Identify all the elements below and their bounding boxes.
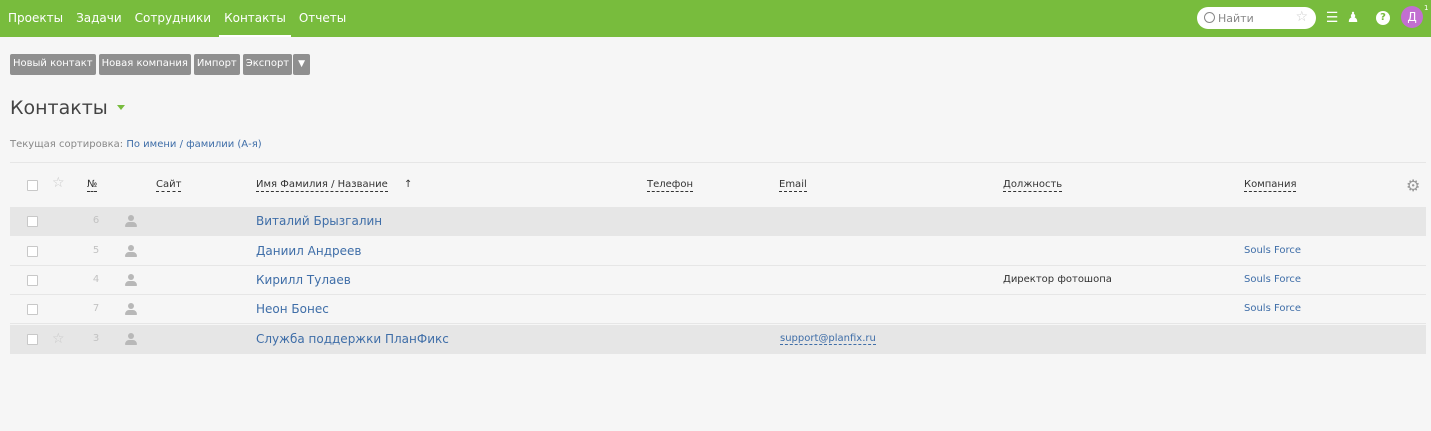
new-contact-button[interactable]: Новый контакт [10, 54, 96, 75]
header-star-icon[interactable]: ☆ [52, 176, 65, 190]
search-icon [1204, 12, 1215, 23]
import-button[interactable]: Импорт [193, 54, 240, 75]
search-box: ☆ [1197, 7, 1316, 29]
table-row[interactable]: 5 Даниил Андреев Souls Force [10, 237, 1426, 266]
row-number: 5 [92, 245, 100, 256]
contact-name[interactable]: Кирилл Тулаев [256, 273, 351, 287]
gear-icon[interactable]: ⚙ [1406, 176, 1420, 195]
person-icon [125, 303, 137, 316]
top-navigation-bar: Проекты Задачи Сотрудники Контакты Отчет… [0, 0, 1431, 37]
contact-email[interactable]: support@planfix.ru [780, 333, 876, 345]
export-dropdown-button[interactable]: ▼ [293, 54, 311, 75]
column-email[interactable]: Email [779, 178, 807, 192]
select-all-checkbox[interactable] [27, 180, 38, 191]
table-row[interactable]: 4 Кирилл Тулаев Директор фотошопа Souls … [10, 266, 1426, 295]
accessibility-icon[interactable]: ♟ [1344, 9, 1362, 27]
column-number[interactable]: № [87, 178, 98, 192]
row-number: 7 [92, 303, 100, 314]
contact-name[interactable]: Неон Бонес [256, 302, 329, 316]
menu-icon[interactable]: ☰ [1323, 9, 1341, 27]
row-number: 3 [92, 333, 100, 344]
contact-company[interactable]: Souls Force [1244, 245, 1301, 256]
avatar[interactable]: Д [1401, 6, 1423, 28]
sort-link[interactable]: По имени / фамилии (А-я) [126, 139, 261, 150]
nav-reports[interactable]: Отчеты [294, 0, 351, 37]
contact-position: Директор фотошопа [1003, 274, 1112, 285]
help-icon[interactable]: ? [1376, 11, 1390, 25]
sort-label: Текущая сортировка: [10, 139, 124, 150]
table-row[interactable]: 6 Виталий Брызгалин [10, 207, 1426, 236]
favorite-star-icon[interactable]: ☆ [1295, 9, 1308, 26]
current-sort: Текущая сортировка: По имени / фамилии (… [10, 139, 262, 150]
person-icon [125, 274, 137, 287]
nav-employees[interactable]: Сотрудники [130, 0, 216, 37]
row-number: 4 [92, 274, 100, 285]
column-name[interactable]: Имя Фамилия / Название [256, 178, 388, 192]
search-input[interactable] [1218, 10, 1290, 26]
person-icon [125, 215, 137, 228]
row-checkbox[interactable] [27, 334, 38, 345]
notification-badge: 1 [1424, 4, 1429, 12]
nav-contacts[interactable]: Контакты [219, 0, 291, 37]
person-icon [125, 333, 137, 346]
column-site[interactable]: Сайт [156, 178, 182, 192]
nav-projects[interactable]: Проекты [3, 0, 68, 37]
table-row[interactable]: ☆ 3 Служба поддержки ПланФикс support@pl… [10, 325, 1426, 354]
table-row[interactable]: 7 Неон Бонес Souls Force [10, 295, 1426, 324]
row-checkbox[interactable] [27, 246, 38, 257]
column-phone[interactable]: Телефон [647, 178, 694, 192]
contact-company[interactable]: Souls Force [1244, 274, 1301, 285]
contact-company[interactable]: Souls Force [1244, 303, 1301, 314]
export-button[interactable]: Экспорт [242, 54, 293, 75]
contact-name[interactable]: Даниил Андреев [256, 244, 361, 258]
contact-name[interactable]: Служба поддержки ПланФикс [256, 332, 449, 346]
title-dropdown-caret-icon[interactable] [117, 105, 125, 110]
row-number: 6 [92, 215, 100, 226]
divider [10, 162, 1426, 163]
main-nav: Проекты Задачи Сотрудники Контакты Отчет… [0, 0, 351, 37]
action-toolbar: Новый контакт Новая компания Импорт Эксп… [10, 54, 313, 75]
new-company-button[interactable]: Новая компания [98, 54, 191, 75]
sort-arrow-icon: ↑ [404, 179, 413, 190]
row-checkbox[interactable] [27, 275, 38, 286]
column-company[interactable]: Компания [1244, 178, 1297, 192]
person-icon [125, 245, 137, 258]
row-star-icon[interactable]: ☆ [52, 332, 65, 346]
row-checkbox[interactable] [27, 304, 38, 315]
contact-name[interactable]: Виталий Брызгалин [256, 214, 382, 228]
column-position[interactable]: Должность [1003, 178, 1063, 192]
row-checkbox[interactable] [27, 216, 38, 227]
nav-tasks[interactable]: Задачи [71, 0, 127, 37]
page-title: Контакты [10, 97, 108, 119]
